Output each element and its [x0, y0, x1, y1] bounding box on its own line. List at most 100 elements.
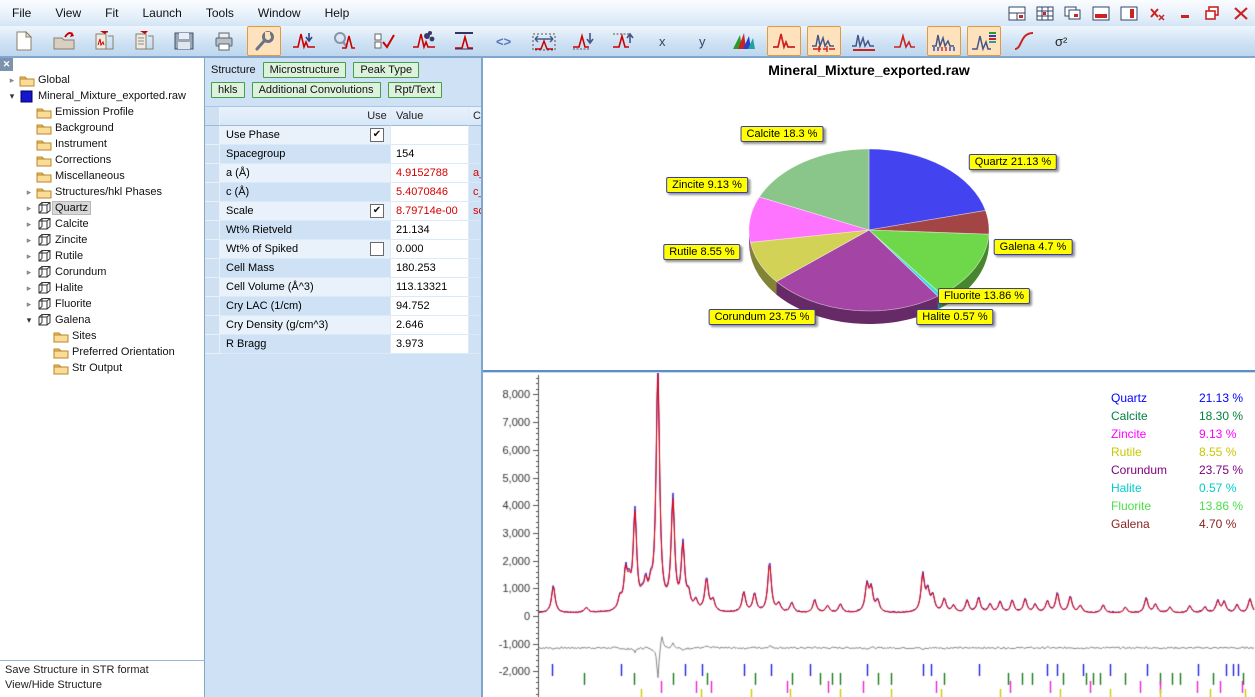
- tree-item-corrections[interactable]: Corrections: [0, 152, 204, 168]
- refine-options-button[interactable]: [367, 26, 401, 56]
- code-cell[interactable]: [468, 221, 483, 240]
- code-cell[interactable]: c_qua: [468, 183, 483, 202]
- menu-tools[interactable]: Tools: [194, 0, 246, 26]
- tree-item-corundum[interactable]: ▸Corundum: [0, 264, 204, 280]
- tile-horizontal-icon[interactable]: [1089, 4, 1113, 22]
- value-cell[interactable]: 4.9152788: [390, 164, 468, 183]
- value-cell[interactable]: [390, 126, 468, 145]
- tree-item-background[interactable]: Background: [0, 120, 204, 136]
- tree-expander-icon[interactable]: ▸: [23, 251, 35, 262]
- show-calc-button[interactable]: [767, 26, 801, 56]
- tree-item-mineral-mixture-exported-raw[interactable]: ▾Mineral_Mixture_exported.raw: [0, 88, 204, 104]
- tree-expander-icon[interactable]: ▸: [23, 283, 35, 294]
- tree-expander-icon[interactable]: ▾: [6, 91, 18, 102]
- code-cell[interactable]: [468, 278, 483, 297]
- code-cell[interactable]: [468, 126, 483, 145]
- menu-view[interactable]: View: [43, 0, 93, 26]
- menu-window[interactable]: Window: [246, 0, 313, 26]
- checked-checkbox[interactable]: ✔: [370, 204, 384, 218]
- insert-peak-button[interactable]: [287, 26, 321, 56]
- unchecked-checkbox[interactable]: [370, 242, 384, 256]
- close-panel-icon[interactable]: ✕: [0, 58, 13, 71]
- stack-scans-button[interactable]: [727, 26, 761, 56]
- code-cell[interactable]: [468, 259, 483, 278]
- tree-expander-icon[interactable]: ▸: [23, 187, 35, 198]
- value-cell[interactable]: 94.752: [390, 297, 468, 316]
- y-axis-button[interactable]: y: [687, 26, 721, 56]
- checked-checkbox[interactable]: ✔: [370, 128, 384, 142]
- code-cell[interactable]: [468, 297, 483, 316]
- code-cell[interactable]: [468, 240, 483, 259]
- tree-item-preferred-orientation[interactable]: Preferred Orientation: [0, 344, 204, 360]
- arrange-grid-icon[interactable]: [1033, 4, 1057, 22]
- menu-help[interactable]: Help: [313, 0, 362, 26]
- code-cell[interactable]: sc_qu: [468, 202, 483, 221]
- x-axis-button[interactable]: x: [647, 26, 681, 56]
- show-obs-button[interactable]: [887, 26, 921, 56]
- tab-hkls[interactable]: hkls: [211, 82, 245, 98]
- tree-item-structures-hkl-phases[interactable]: ▸Structures/hkl Phases: [0, 184, 204, 200]
- code-cell[interactable]: [468, 316, 483, 335]
- fit-settings-button[interactable]: [247, 26, 281, 56]
- tab-microstructure[interactable]: Microstructure: [263, 62, 347, 78]
- value-cell[interactable]: 180.253: [390, 259, 468, 278]
- shift-up-button[interactable]: [607, 26, 641, 56]
- close-all-icon[interactable]: [1145, 4, 1169, 22]
- tree-item-calcite[interactable]: ▸Calcite: [0, 216, 204, 232]
- value-cell[interactable]: 2.646: [390, 316, 468, 335]
- tab-peak-type[interactable]: Peak Type: [353, 62, 419, 78]
- tree-item-halite[interactable]: ▸Halite: [0, 280, 204, 296]
- tree-expander-icon[interactable]: ▸: [23, 219, 35, 230]
- sigma2-button[interactable]: σ²: [1047, 26, 1081, 56]
- tree-item-global[interactable]: ▸Global: [0, 72, 204, 88]
- show-ticks-button[interactable]: [927, 26, 961, 56]
- peak-search-button[interactable]: [327, 26, 361, 56]
- tab-additional-convolutions[interactable]: Additional Convolutions: [252, 82, 381, 98]
- close-icon[interactable]: [1229, 4, 1253, 22]
- minimize-icon[interactable]: [1173, 4, 1197, 22]
- open-file-button[interactable]: [47, 26, 81, 56]
- value-cell[interactable]: 154: [390, 145, 468, 164]
- x-limit-button[interactable]: [447, 26, 481, 56]
- value-cell[interactable]: 0.000: [390, 240, 468, 259]
- structure-fit-button[interactable]: [407, 26, 441, 56]
- cascade-windows-icon[interactable]: [1061, 4, 1085, 22]
- tile-vertical-icon[interactable]: [1117, 4, 1141, 22]
- new-file-button[interactable]: [7, 26, 41, 56]
- tree-expander-icon[interactable]: ▸: [23, 267, 35, 278]
- code-cell[interactable]: [468, 335, 483, 354]
- value-cell[interactable]: 21.134: [390, 221, 468, 240]
- code-cell[interactable]: [468, 145, 483, 164]
- fit-range-button[interactable]: [527, 26, 561, 56]
- import-file-button[interactable]: [127, 26, 161, 56]
- tree-expander-icon[interactable]: ▸: [6, 75, 18, 86]
- code-view-button[interactable]: <>: [487, 26, 521, 56]
- tree-expander-icon[interactable]: ▸: [23, 299, 35, 310]
- value-cell[interactable]: 5.4070846: [390, 183, 468, 202]
- print-button[interactable]: [207, 26, 241, 56]
- show-legend-button[interactable]: [967, 26, 1001, 56]
- tree-item-miscellaneous[interactable]: Miscellaneous: [0, 168, 204, 184]
- tree-item-fluorite[interactable]: ▸Fluorite: [0, 296, 204, 312]
- tab-rpt-text[interactable]: Rpt/Text: [388, 82, 442, 98]
- code-cell[interactable]: a_qua: [468, 164, 483, 183]
- value-cell[interactable]: 113.13321: [390, 278, 468, 297]
- value-cell[interactable]: 3.973: [390, 335, 468, 354]
- show-difference-button[interactable]: [807, 26, 841, 56]
- tree-item-instrument[interactable]: Instrument: [0, 136, 204, 152]
- menu-fit[interactable]: Fit: [93, 0, 130, 26]
- import-scan-button[interactable]: [87, 26, 121, 56]
- cumulative-button[interactable]: [1007, 26, 1041, 56]
- value-cell[interactable]: 8.79714e-00: [390, 202, 468, 221]
- arrange-quad-icon[interactable]: [1005, 4, 1029, 22]
- tree-item-emission-profile[interactable]: Emission Profile: [0, 104, 204, 120]
- tree-item-sites[interactable]: Sites: [0, 328, 204, 344]
- shift-down-button[interactable]: [567, 26, 601, 56]
- show-background-button[interactable]: [847, 26, 881, 56]
- restore-icon[interactable]: [1201, 4, 1225, 22]
- tab-structure[interactable]: Structure: [211, 64, 256, 76]
- tree-item-quartz[interactable]: ▸Quartz: [0, 200, 204, 216]
- tree-item-zincite[interactable]: ▸Zincite: [0, 232, 204, 248]
- menu-launch[interactable]: Launch: [130, 0, 193, 26]
- tree-item-rutile[interactable]: ▸Rutile: [0, 248, 204, 264]
